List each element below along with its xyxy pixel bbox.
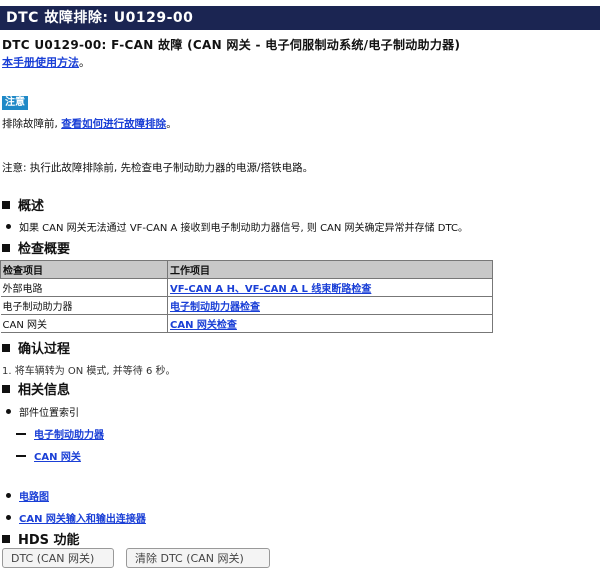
square-bullet-icon xyxy=(2,344,10,352)
square-bullet-icon xyxy=(2,535,10,543)
caution-text: 注意: 执行此故障排除前, 先检查电子制动助力器的电源/搭铁电路。 xyxy=(2,162,314,174)
related-sublink-item[interactable]: CAN 网关 xyxy=(16,448,81,463)
parts-index-item: 部件位置索引 xyxy=(6,404,79,419)
bullet-dot-icon xyxy=(6,224,11,229)
confirm-step: 1. 将车辆转为 ON 模式, 并等待 6 秒。 xyxy=(2,366,176,377)
bullet-dot-icon xyxy=(6,515,11,520)
note-text: 排除故障前, 查看如何进行故障排除。 xyxy=(2,118,177,130)
work-item-cell[interactable]: 电子制动助力器检查 xyxy=(167,296,493,315)
can-gateway-link[interactable]: CAN 网关 xyxy=(34,452,81,463)
hds-heading: HDS 功能 xyxy=(2,529,80,548)
work-item-link[interactable]: VF-CAN A H、VF-CAN A L 线束断路检查 xyxy=(170,284,371,295)
table-header-row: 检查项目 工作项目 xyxy=(0,260,493,279)
work-item-cell[interactable]: CAN 网关检查 xyxy=(167,314,493,333)
manual-usage-link-text[interactable]: 本手册使用方法 xyxy=(2,56,79,69)
bullet-dot-icon xyxy=(6,409,11,414)
dtc-can-gateway-button[interactable]: DTC (CAN 网关) xyxy=(2,548,114,568)
manual-usage-link[interactable]: 本手册使用方法。 xyxy=(2,54,90,70)
work-item-cell[interactable]: VF-CAN A H、VF-CAN A L 线束断路检查 xyxy=(167,278,493,297)
check-overview-table: 检查项目 工作项目 外部电路 VF-CAN A H、VF-CAN A L 线束断… xyxy=(0,260,493,333)
table-row: 电子制动助力器 电子制动助力器检查 xyxy=(0,296,493,315)
check-overview-heading: 检查概要 xyxy=(2,238,70,257)
square-bullet-icon xyxy=(2,244,10,252)
related-heading: 相关信息 xyxy=(2,379,70,398)
work-item-link[interactable]: CAN 网关检查 xyxy=(170,320,237,331)
bullet-dot-icon xyxy=(6,493,11,498)
dash-icon xyxy=(16,455,26,457)
dash-icon xyxy=(16,433,26,435)
table-row: CAN 网关 CAN 网关检查 xyxy=(0,314,493,333)
square-bullet-icon xyxy=(2,385,10,393)
page-title: DTC 故障排除: U0129-00 xyxy=(0,6,600,30)
circuit-diagram-item[interactable]: 电路图 xyxy=(6,488,49,503)
column-header: 检查项目 xyxy=(0,260,168,279)
confirm-heading: 确认过程 xyxy=(2,338,70,357)
work-item-link[interactable]: 电子制动助力器检查 xyxy=(170,302,260,313)
troubleshooting-guide-link[interactable]: 查看如何进行故障排除 xyxy=(61,118,166,130)
table-row: 外部电路 VF-CAN A H、VF-CAN A L 线束断路检查 xyxy=(0,278,493,297)
column-header: 工作项目 xyxy=(167,260,493,279)
electronic-brake-booster-link[interactable]: 电子制动助力器 xyxy=(34,430,104,441)
overview-heading: 概述 xyxy=(2,195,44,214)
note-badge: 注意 xyxy=(2,96,28,110)
check-item-cell: 电子制动助力器 xyxy=(0,296,168,315)
can-gateway-connector-link[interactable]: CAN 网关输入和输出连接器 xyxy=(19,514,146,525)
square-bullet-icon xyxy=(2,201,10,209)
related-sublink-item[interactable]: 电子制动助力器 xyxy=(16,426,104,441)
overview-bullet: 如果 CAN 网关无法通过 VF-CAN A 接收到电子制动助力器信号, 则 C… xyxy=(6,219,468,234)
dtc-subtitle: DTC U0129-00: F-CAN 故障 (CAN 网关 - 电子伺服制动系… xyxy=(2,38,461,52)
check-item-cell: 外部电路 xyxy=(0,278,168,297)
check-item-cell: CAN 网关 xyxy=(0,314,168,333)
connector-item[interactable]: CAN 网关输入和输出连接器 xyxy=(6,510,146,525)
clear-dtc-can-gateway-button[interactable]: 清除 DTC (CAN 网关) xyxy=(126,548,270,568)
circuit-diagram-link[interactable]: 电路图 xyxy=(19,492,49,503)
